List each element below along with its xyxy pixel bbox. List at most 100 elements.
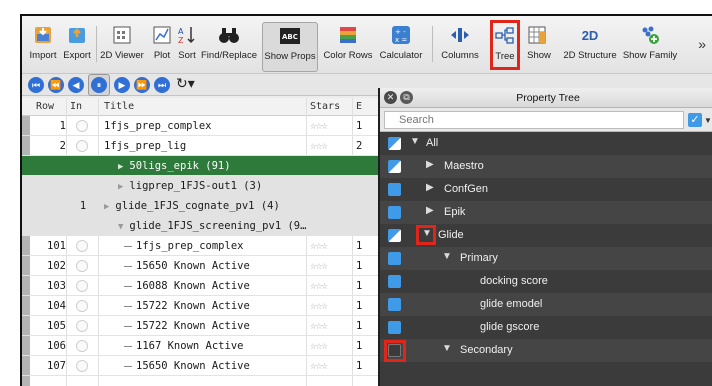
expand-arrow-icon[interactable]: ▶ <box>426 159 434 170</box>
tree-checkbox[interactable] <box>388 183 401 196</box>
last-row-icon[interactable]: ⏭ <box>154 77 170 93</box>
expand-arrow-icon[interactable]: ▶ <box>118 182 123 192</box>
collapse-arrow-icon[interactable]: ▼ <box>442 343 452 354</box>
viewer-2d-icon <box>111 24 133 46</box>
table-row[interactable]: 106 1167 Known Active ☆☆☆ 1 <box>22 336 384 356</box>
table-row[interactable]: 101 1fjs_prep_complex ☆☆☆ 1 <box>22 236 384 256</box>
tree-item-docking-score[interactable]: docking score <box>380 270 712 293</box>
plot-button[interactable]: Plot <box>150 22 174 72</box>
tree-checkbox[interactable] <box>388 275 401 288</box>
collapse-arrow-icon[interactable]: ▼ <box>118 222 123 232</box>
include-toggle[interactable] <box>76 300 88 312</box>
toolbar-separator <box>96 26 97 62</box>
tree-item-glide-emodel[interactable]: glide emodel <box>380 293 712 316</box>
tree-item-all[interactable]: ▼ All <box>380 132 712 155</box>
svg-text:Z: Z <box>178 36 184 45</box>
star-rating[interactable]: ☆☆☆ <box>310 299 328 312</box>
table-header: Row In Title Stars E <box>22 98 384 116</box>
2d-viewer-button[interactable]: 2D Viewer <box>98 22 146 72</box>
include-toggle[interactable] <box>76 260 88 272</box>
color-rows-button[interactable]: Color Rows <box>322 22 374 72</box>
tree-item-maestro[interactable]: ▶ Maestro <box>380 155 712 178</box>
table-row[interactable]: 103 16088 Known Active ☆☆☆ 1 <box>22 276 384 296</box>
property-search-input[interactable] <box>384 111 684 129</box>
column-header-title[interactable]: Title <box>104 101 134 112</box>
star-rating[interactable]: ☆☆☆ <box>310 339 328 352</box>
sort-button[interactable]: AZ Sort <box>176 22 198 72</box>
panel-title: Property Tree <box>516 92 580 104</box>
expand-arrow-icon[interactable]: ▶ <box>426 182 434 193</box>
show-button[interactable]: Show <box>524 22 554 72</box>
tree-checkbox[interactable] <box>388 298 401 311</box>
column-header-stars[interactable]: Stars <box>310 101 340 112</box>
calculator-button[interactable]: + -x = Calculator <box>376 22 426 72</box>
show-family-button[interactable]: Show Family <box>622 22 678 72</box>
import-button[interactable]: Import <box>28 22 58 72</box>
rewind-icon[interactable]: ⏪ <box>48 77 64 93</box>
table-row[interactable]: 2 1fjs_prep_lig ☆☆☆ 2 <box>22 136 384 156</box>
star-rating[interactable]: ☆☆☆ <box>310 239 328 252</box>
column-header-e[interactable]: E <box>356 101 362 112</box>
include-toggle[interactable] <box>76 140 88 152</box>
tree-button[interactable]: Tree <box>490 20 520 70</box>
star-rating[interactable]: ☆☆☆ <box>310 359 328 372</box>
group-row-expanded[interactable]: ▼ glide_1FJS_screening_pv1 (9… <box>22 216 384 236</box>
group-row[interactable]: 1 ▶ glide_1FJS_cognate_pv1 (4) <box>22 196 384 216</box>
highlight-secondary-checkbox <box>384 340 406 362</box>
include-toggle[interactable] <box>76 240 88 252</box>
property-tree-titlebar: ✕ ⧉ Property Tree <box>380 88 712 108</box>
pause-icon[interactable]: ⏸ <box>91 77 107 93</box>
column-header-row[interactable]: Row <box>36 101 54 112</box>
include-toggle[interactable] <box>76 360 88 372</box>
find-replace-button[interactable]: Find/Replace <box>200 22 258 72</box>
expand-arrow-icon[interactable]: ▶ <box>118 162 123 172</box>
table-row[interactable]: 102 15650 Known Active ☆☆☆ 1 <box>22 256 384 276</box>
collapse-arrow-icon[interactable]: ▼ <box>410 136 420 147</box>
columns-icon <box>449 24 471 46</box>
next-icon[interactable]: ▶ <box>114 77 130 93</box>
export-icon <box>66 24 88 46</box>
column-header-in[interactable]: In <box>70 101 82 112</box>
group-row[interactable]: ▶ ligprep_1FJS-out1 (3) <box>22 176 384 196</box>
tree-item-confgen[interactable]: ▶ ConfGen <box>380 178 712 201</box>
svg-text:ABC: ABC <box>282 33 298 41</box>
star-rating[interactable]: ☆☆☆ <box>310 119 328 132</box>
include-toggle[interactable] <box>76 320 88 332</box>
star-rating[interactable]: ☆☆☆ <box>310 319 328 332</box>
include-toggle[interactable] <box>76 120 88 132</box>
tree-item-glide-gscore[interactable]: glide gscore <box>380 316 712 339</box>
tree-checkbox[interactable] <box>388 160 401 173</box>
first-row-icon[interactable]: ⏮ <box>28 77 44 93</box>
table-row[interactable]: 105 15722 Known Active ☆☆☆ 1 <box>22 316 384 336</box>
filter-checkbox-dropdown[interactable]: ✓ ▼ <box>688 112 712 128</box>
expand-arrow-icon[interactable]: ▶ <box>104 202 109 212</box>
table-row[interactable]: 1 1fjs_prep_complex ☆☆☆ 1 <box>22 116 384 136</box>
tree-checkbox[interactable] <box>388 137 401 150</box>
star-rating[interactable]: ☆☆☆ <box>310 259 328 272</box>
loop-icon[interactable]: ↻▾ <box>176 75 195 92</box>
toolbar-overflow-button[interactable]: » <box>698 36 706 52</box>
include-toggle[interactable] <box>76 340 88 352</box>
tree-item-primary[interactable]: ▼ Primary <box>380 247 712 270</box>
group-row-selected[interactable]: ▶ 50ligs_epik (91) <box>22 156 384 176</box>
table-row[interactable]: 107 15650 Known Active ☆☆☆ 1 <box>22 356 384 376</box>
expand-arrow-icon[interactable]: ▶ <box>426 205 434 216</box>
tree-checkbox[interactable] <box>388 206 401 219</box>
show-props-button[interactable]: ABC Show Props <box>262 22 318 72</box>
tree-checkbox[interactable] <box>388 252 401 265</box>
tree-checkbox[interactable] <box>388 321 401 334</box>
columns-button[interactable]: Columns <box>434 22 486 72</box>
export-button[interactable]: Export <box>62 22 92 72</box>
2d-structure-button[interactable]: 2D 2D Structure <box>560 22 620 72</box>
table-row[interactable]: 104 15722 Known Active ☆☆☆ 1 <box>22 296 384 316</box>
tree-item-epik[interactable]: ▶ Epik <box>380 201 712 224</box>
fast-forward-icon[interactable]: ⏩ <box>134 77 150 93</box>
highlight-glide-arrow <box>416 225 436 245</box>
previous-icon[interactable]: ◀ <box>68 77 84 93</box>
tree-item-secondary[interactable]: ▼ Secondary <box>380 339 712 362</box>
include-toggle[interactable] <box>76 280 88 292</box>
tree-checkbox[interactable] <box>388 229 401 242</box>
collapse-arrow-icon[interactable]: ▼ <box>442 251 452 262</box>
star-rating[interactable]: ☆☆☆ <box>310 139 328 152</box>
star-rating[interactable]: ☆☆☆ <box>310 279 328 292</box>
